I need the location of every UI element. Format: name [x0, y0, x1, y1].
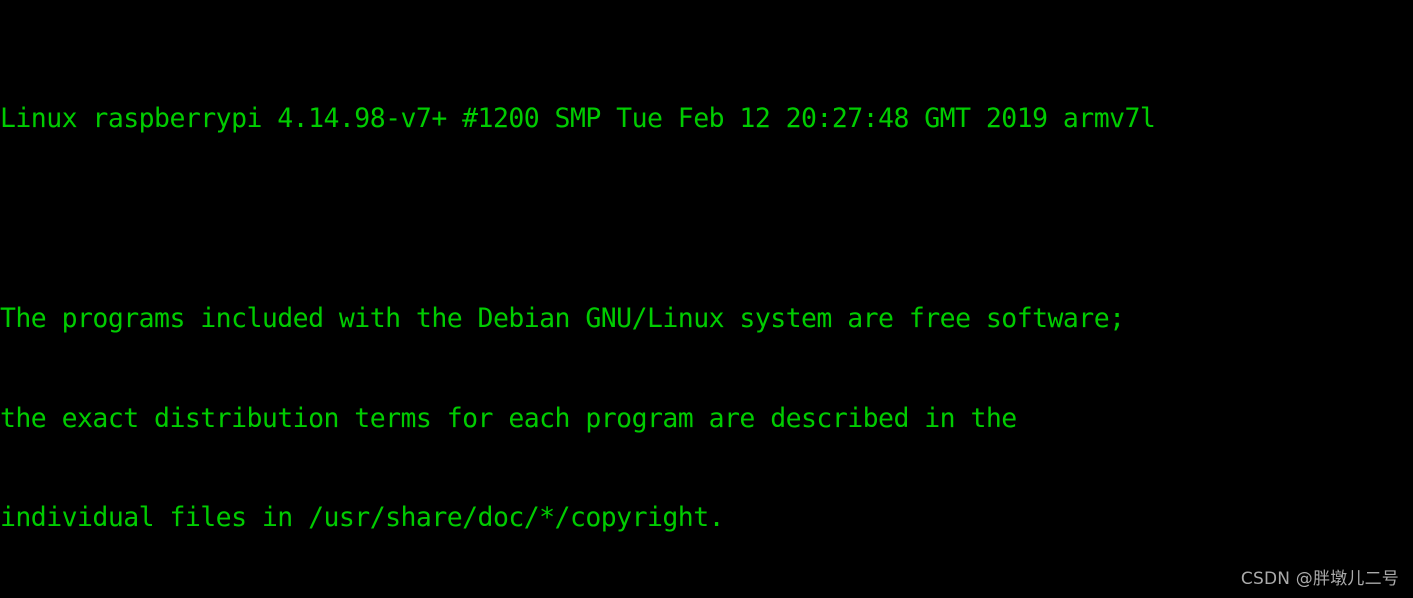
terminal-line-debian-notice-3: individual files in /usr/share/doc/*/cop… [0, 502, 725, 534]
csdn-watermark: CSDN @胖墩儿二号 [1240, 569, 1399, 589]
terminal-line-blank-1 [0, 202, 1217, 235]
terminal-line-kernel-banner: Linux raspberrypi 4.14.98-v7+ #1200 SMP … [0, 102, 1156, 134]
terminal-window[interactable]: Linux raspberrypi 4.14.98-v7+ #1200 SMP … [0, 0, 1413, 598]
terminal-screen: Linux raspberrypi 4.14.98-v7+ #1200 SMP … [0, 0, 1217, 598]
terminal-line-debian-notice-2: the exact distribution terms for each pr… [0, 402, 1017, 434]
terminal-line-debian-notice-1: The programs included with the Debian GN… [0, 302, 1125, 334]
